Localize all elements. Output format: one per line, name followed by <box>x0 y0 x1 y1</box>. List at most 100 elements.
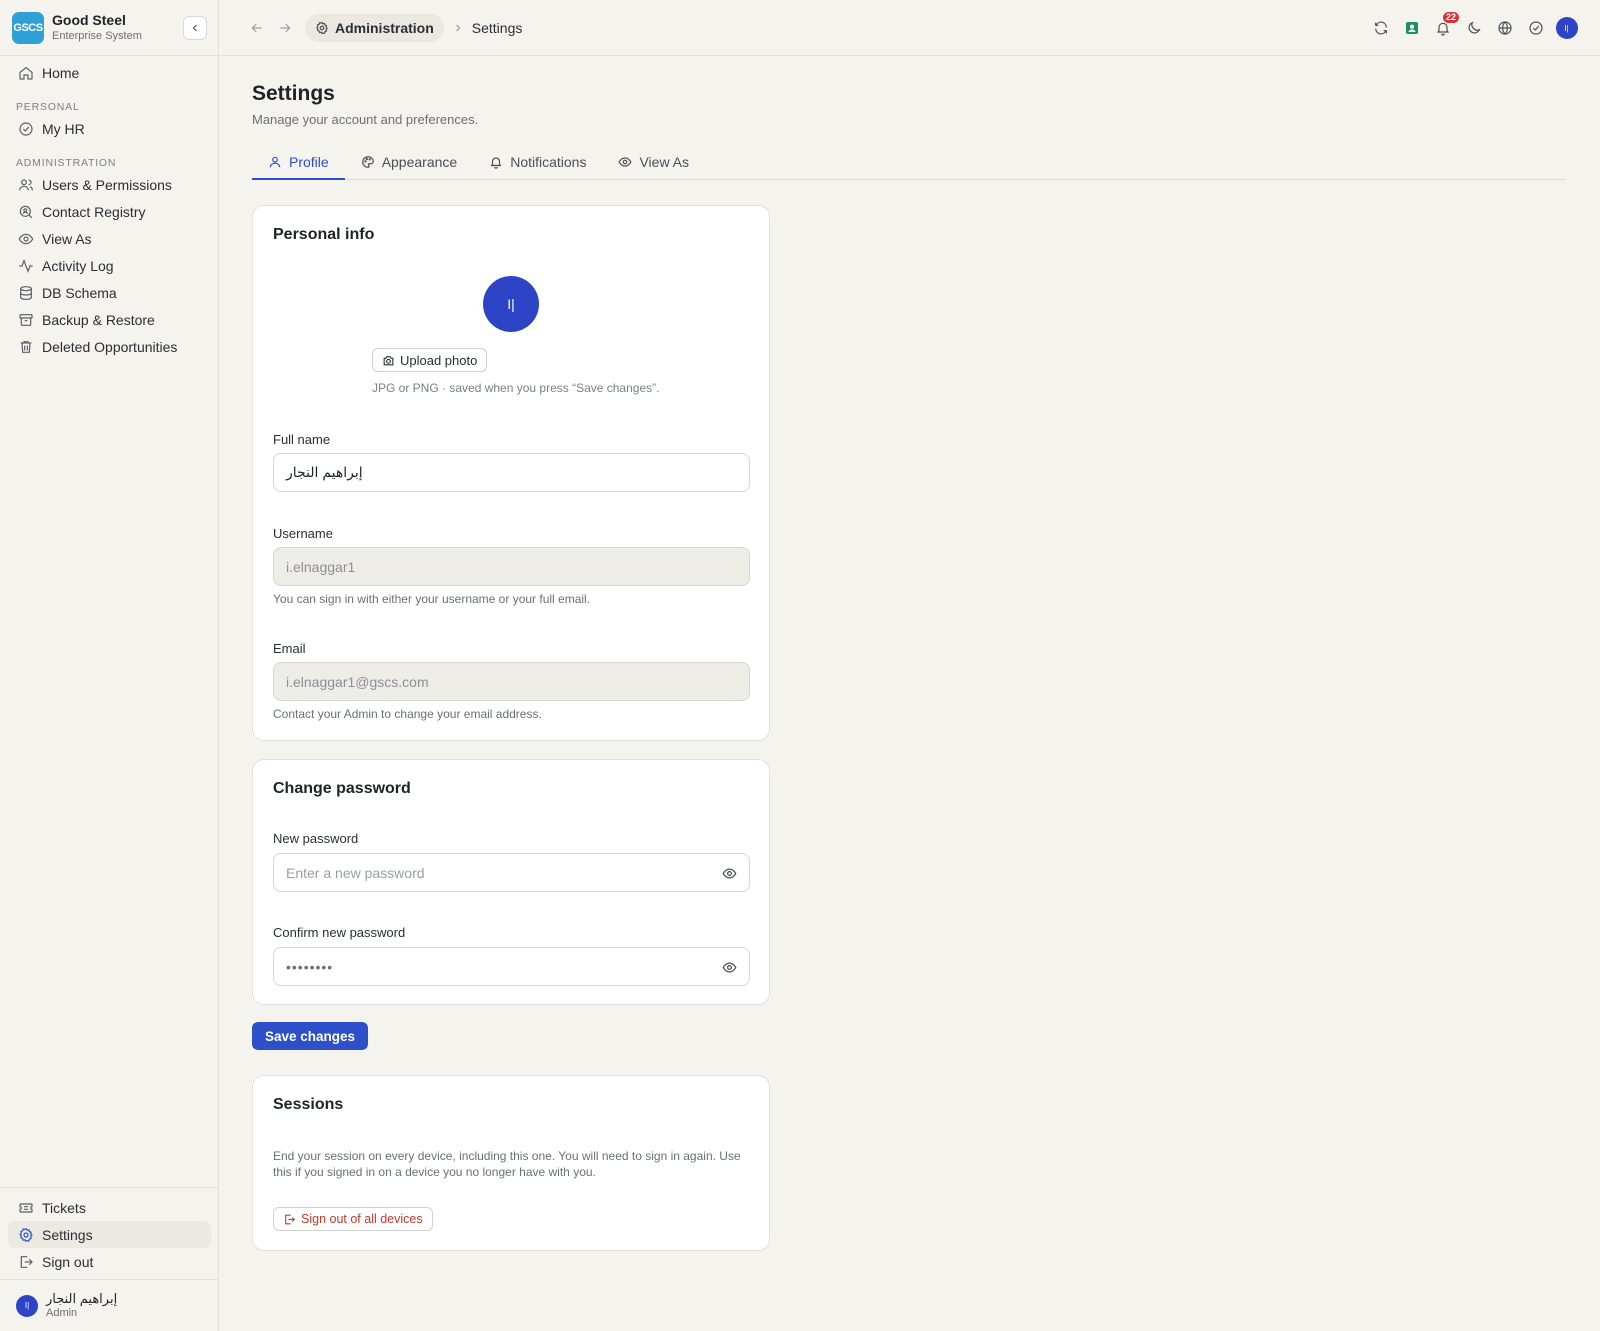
username-input: i.elnaggar1 <box>273 547 750 586</box>
avatar: I| <box>16 1294 38 1317</box>
notifications-button[interactable]: 22 <box>1427 12 1460 42</box>
sign-out-all-label: Sign out of all devices <box>301 1212 423 1226</box>
sessions-card: Sessions End your session on every devic… <box>252 1075 770 1251</box>
sidebar-item-label: View As <box>42 230 92 247</box>
gear-icon <box>19 1227 33 1242</box>
tab-label: Notifications <box>510 153 587 170</box>
sidebar-item-label: Sign out <box>42 1253 94 1270</box>
forward-button[interactable] <box>271 14 299 42</box>
sidebar-item-label: Settings <box>42 1226 93 1243</box>
tab-appearance[interactable]: Appearance <box>345 145 474 178</box>
user-menu-button[interactable]: I| <box>1551 14 1582 42</box>
refresh-icon <box>1374 21 1387 35</box>
sidebar-item-tickets[interactable]: Tickets <box>8 1194 211 1221</box>
eye-icon[interactable] <box>722 866 737 881</box>
ticket-icon <box>19 1202 33 1213</box>
archive-icon <box>19 313 33 326</box>
tab-notifications[interactable]: Notifications <box>473 145 602 178</box>
card-title: Personal info <box>273 226 375 243</box>
database-icon <box>20 285 32 300</box>
full-name-label: Full name <box>273 432 331 447</box>
page-title: Settings <box>252 82 335 105</box>
sidebar-item-my-hr[interactable]: My HR <box>8 115 210 142</box>
sidebar-item-label: Deleted Opportunities <box>42 338 178 355</box>
language-button[interactable] <box>1489 14 1520 42</box>
home-icon <box>19 66 33 80</box>
check-circle-icon <box>1528 21 1543 35</box>
arrow-right-icon <box>280 23 291 32</box>
camera-icon <box>383 355 394 365</box>
username-help-text: You can sign in with either your usernam… <box>273 592 591 606</box>
card-title: Sessions <box>273 1096 344 1113</box>
sidebar-item-contact-registry[interactable]: Contact Registry <box>8 198 210 225</box>
sidebar-item-label: Tickets <box>42 1199 86 1216</box>
tab-view-as[interactable]: View As <box>602 145 705 178</box>
breadcrumb-label: Administration <box>335 19 434 36</box>
card-title: Change password <box>273 780 411 797</box>
eye-icon <box>18 233 34 244</box>
sidebar-item-db-schema[interactable]: DB Schema <box>8 279 210 306</box>
eye-icon[interactable] <box>722 960 737 975</box>
sheets-button[interactable] <box>1396 14 1427 42</box>
arrow-left-icon <box>251 23 262 32</box>
email-label: Email <box>273 641 306 656</box>
sheet-user-icon <box>1405 22 1418 34</box>
breadcrumb-administration[interactable]: Administration <box>305 13 444 42</box>
sign-out-icon <box>285 1214 296 1224</box>
notification-badge: 22 <box>1443 12 1460 23</box>
full-name-input[interactable]: إبراهيم النجار <box>273 453 750 492</box>
sidebar-item-settings[interactable]: Settings <box>8 1221 211 1248</box>
tab-label: Appearance <box>381 153 458 170</box>
current-user[interactable]: I| إبراهيم النجار Admin <box>0 1279 218 1331</box>
save-changes-button[interactable]: Save changes <box>252 1022 369 1050</box>
sidebar-section-administration: ADMINISTRATION <box>16 157 117 169</box>
email-value: i.elnaggar1@gscs.com <box>286 673 429 690</box>
trash-icon <box>20 340 32 353</box>
sidebar-item-activity-log[interactable]: Activity Log <box>8 252 210 279</box>
sidebar-item-label: Users & Permissions <box>42 176 172 193</box>
sign-out-all-devices-button[interactable]: Sign out of all devices <box>273 1207 433 1231</box>
sidebar-item-home[interactable]: Home <box>8 59 210 86</box>
sidebar-item-deleted-opportunities[interactable]: Deleted Opportunities <box>8 333 210 360</box>
chevron-right-icon <box>455 24 460 31</box>
breadcrumb-current: Settings <box>471 19 523 36</box>
palette-icon <box>361 155 374 168</box>
check-circle-icon <box>19 121 33 136</box>
tab-label: Profile <box>289 153 329 170</box>
sidebar-item-view-as[interactable]: View As <box>8 225 210 252</box>
topbar: Administration Settings 22 I| <box>220 0 1600 56</box>
sidebar-item-label: Home <box>42 64 80 81</box>
sessions-description: End your session on every device, includ… <box>273 1149 741 1179</box>
confirm-password-input[interactable]: •••••••• <box>273 947 750 986</box>
upload-photo-label: Upload photo <box>400 352 478 368</box>
sidebar-item-users-permissions[interactable]: Users & Permissions <box>8 171 210 198</box>
upload-photo-button[interactable]: Upload photo <box>372 348 488 372</box>
change-password-card: Change password New password Enter a new… <box>252 759 770 1005</box>
brand-name: Good Steel <box>52 12 126 28</box>
username-value: i.elnaggar1 <box>286 558 356 575</box>
tab-profile[interactable]: Profile <box>252 145 345 180</box>
username-label: Username <box>273 526 333 541</box>
sidebar-item-label: Contact Registry <box>42 203 146 220</box>
user-role: Admin <box>46 1307 78 1319</box>
users-icon <box>19 178 33 190</box>
sidebar-item-label: My HR <box>42 120 85 137</box>
avatar: I| <box>1555 17 1578 39</box>
dark-mode-toggle[interactable] <box>1458 14 1489 42</box>
activity-icon <box>19 258 33 273</box>
refresh-button[interactable] <box>1365 14 1396 42</box>
eye-icon <box>618 156 632 167</box>
back-button[interactable] <box>243 14 271 42</box>
personal-info-card: Personal info I| Upload photo JPG or PNG… <box>252 205 770 741</box>
chevron-left-icon <box>192 24 197 32</box>
tasks-button[interactable] <box>1520 14 1551 42</box>
sidebar-item-label: Backup & Restore <box>42 311 155 328</box>
sidebar-item-label: Activity Log <box>42 257 114 274</box>
sidebar-section-personal: PERSONAL <box>16 101 80 113</box>
sidebar-item-sign-out[interactable]: Sign out <box>8 1248 211 1275</box>
collapse-sidebar-button[interactable] <box>183 16 207 40</box>
sidebar-item-backup-restore[interactable]: Backup & Restore <box>8 306 210 333</box>
new-password-label: New password <box>273 831 359 846</box>
page-subtitle: Manage your account and preferences. <box>252 112 479 127</box>
new-password-input[interactable]: Enter a new password <box>273 853 750 892</box>
